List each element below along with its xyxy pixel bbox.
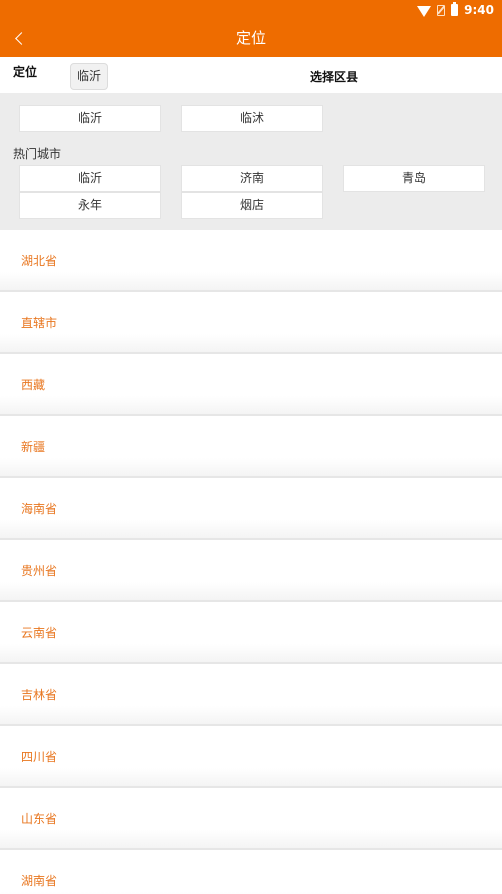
- province-list[interactable]: 湖北省 直辖市 西藏 新疆 海南省 贵州省 云南省 吉林省 四川省 山东省 湖南…: [0, 230, 502, 894]
- province-item[interactable]: 海南省: [0, 478, 502, 540]
- location-row: 定位 临沂 选择区县: [0, 57, 502, 93]
- hot-city-button[interactable]: 青岛: [343, 165, 485, 192]
- province-item[interactable]: 贵州省: [0, 540, 502, 602]
- district-heading[interactable]: 选择区县: [284, 68, 384, 85]
- status-bar: 9:40: [0, 0, 502, 20]
- province-label: 海南省: [21, 502, 58, 516]
- city-grid: 临沂 临沭 热门城市 临沂 济南 青岛 永年 烟店: [0, 93, 502, 230]
- hot-city-button[interactable]: 济南: [181, 165, 323, 192]
- hot-city-button[interactable]: 烟店: [181, 192, 323, 219]
- province-label: 四川省: [21, 750, 58, 764]
- hot-city-button[interactable]: 永年: [19, 192, 161, 219]
- province-label: 湖南省: [21, 874, 58, 888]
- province-label: 直辖市: [21, 316, 58, 330]
- province-item[interactable]: 直辖市: [0, 292, 502, 354]
- status-time: 9:40: [464, 3, 494, 17]
- province-label: 吉林省: [21, 688, 58, 702]
- province-item[interactable]: 西藏: [0, 354, 502, 416]
- province-item[interactable]: 湖北省: [0, 230, 502, 292]
- province-item[interactable]: 吉林省: [0, 664, 502, 726]
- hot-cities-label: 热门城市: [13, 147, 62, 161]
- hot-city-button[interactable]: 临沂: [19, 165, 161, 192]
- battery-icon: [451, 2, 459, 16]
- location-label: 定位: [13, 65, 38, 79]
- district-option-button[interactable]: 临沂: [19, 105, 161, 132]
- province-item[interactable]: 新疆: [0, 416, 502, 478]
- district-option-button[interactable]: 临沭: [181, 105, 323, 132]
- no-sim-icon: [437, 4, 446, 16]
- province-item[interactable]: 四川省: [0, 726, 502, 788]
- province-label: 云南省: [21, 626, 58, 640]
- app-bar: 定位: [0, 20, 502, 57]
- province-item[interactable]: 山东省: [0, 788, 502, 850]
- province-label: 新疆: [21, 440, 46, 454]
- province-label: 山东省: [21, 812, 58, 826]
- province-label: 湖北省: [21, 254, 58, 268]
- province-label: 贵州省: [21, 564, 58, 578]
- province-item[interactable]: 湖南省: [0, 850, 502, 894]
- current-city-chip[interactable]: 临沂: [70, 63, 108, 90]
- page-title: 定位: [235, 29, 266, 47]
- wifi-icon: [417, 5, 432, 17]
- province-label: 西藏: [21, 378, 46, 392]
- province-item[interactable]: 云南省: [0, 602, 502, 664]
